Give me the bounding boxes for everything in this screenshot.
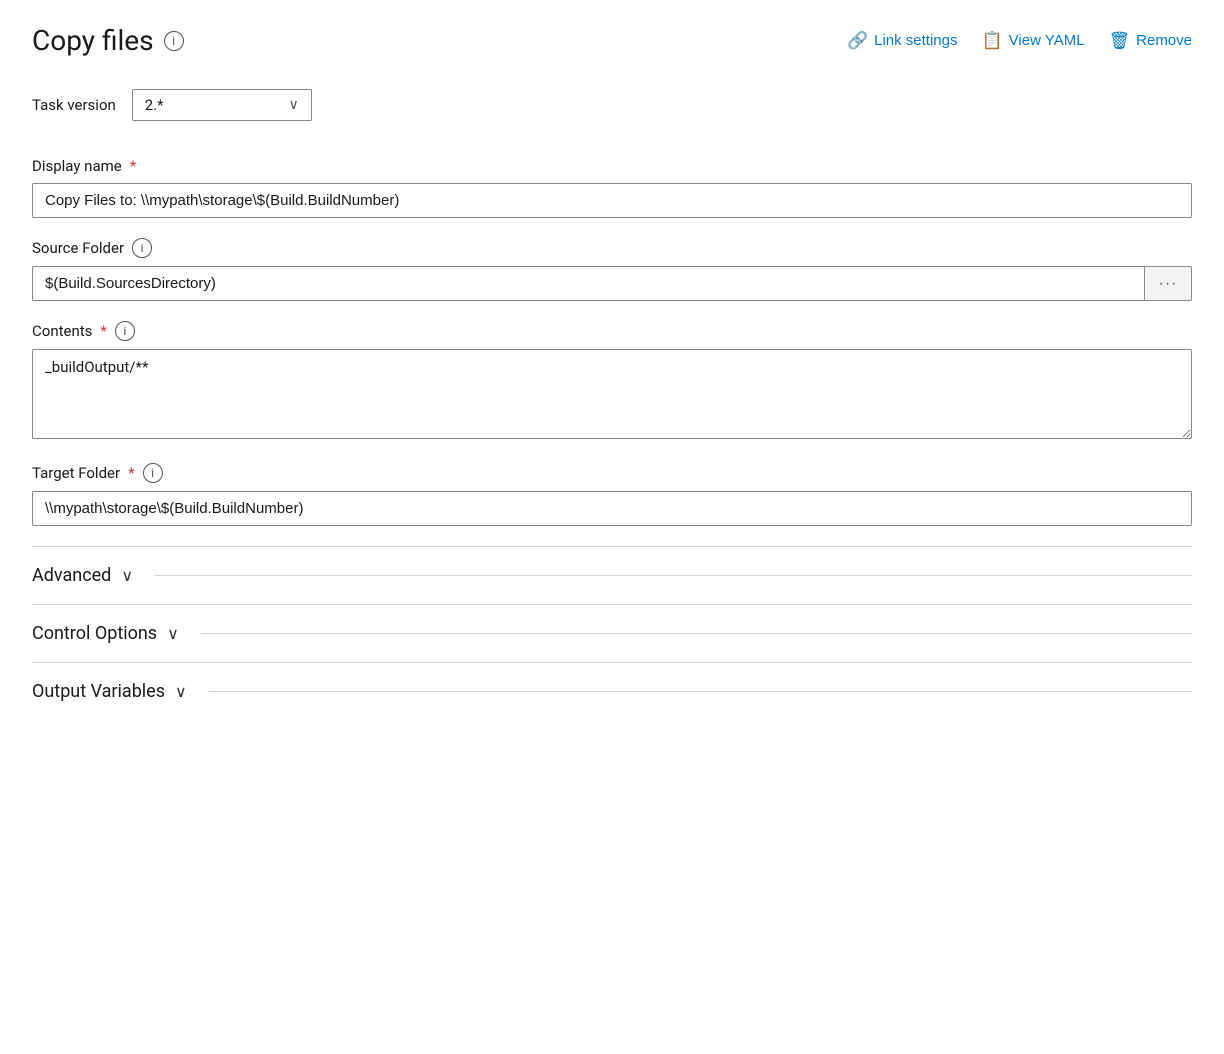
title-info-icon[interactable]: i: [164, 31, 184, 51]
link-settings-button[interactable]: 🔗 Link settings: [847, 31, 958, 51]
advanced-section: Advanced ∨: [32, 546, 1192, 604]
display-name-required: *: [130, 157, 136, 175]
contents-required: *: [100, 322, 106, 340]
output-variables-chevron-icon: ∨: [175, 682, 187, 701]
view-yaml-label: View YAML: [1009, 32, 1085, 49]
display-name-section: Display name *: [32, 157, 1192, 218]
source-folder-row: ···: [32, 266, 1192, 301]
contents-info-icon[interactable]: i: [115, 321, 135, 341]
display-name-label-row: Display name *: [32, 157, 1192, 175]
output-variables-divider: [209, 691, 1192, 692]
contents-label-row: Contents * i: [32, 321, 1192, 341]
task-version-select[interactable]: 2.* ∨: [132, 89, 312, 121]
source-folder-ellipsis-button[interactable]: ···: [1144, 266, 1192, 301]
target-folder-input[interactable]: [32, 491, 1192, 526]
contents-textarea[interactable]: [32, 349, 1192, 439]
control-options-header[interactable]: Control Options ∨: [32, 623, 1192, 644]
page-header: Copy files i 🔗 Link settings 📋 View YAML…: [32, 24, 1192, 57]
task-version-value: 2.*: [145, 96, 164, 114]
advanced-header[interactable]: Advanced ∨: [32, 565, 1192, 586]
remove-button[interactable]: 🗑 Remove: [1109, 31, 1192, 51]
page-title: Copy files: [32, 24, 154, 57]
control-options-section: Control Options ∨: [32, 604, 1192, 662]
trash-icon: 🗑: [1109, 31, 1131, 51]
clipboard-icon: 📋: [982, 31, 1003, 51]
display-name-input[interactable]: [32, 183, 1192, 218]
header-actions: 🔗 Link settings 📋 View YAML 🗑 Remove: [847, 31, 1192, 51]
target-folder-required: *: [128, 464, 134, 482]
source-folder-label-row: Source Folder i: [32, 238, 1192, 258]
link-settings-label: Link settings: [874, 32, 957, 49]
display-name-label: Display name: [32, 157, 122, 175]
source-folder-section: Source Folder i ···: [32, 238, 1192, 301]
ellipsis-icon: ···: [1159, 275, 1178, 293]
advanced-divider: [155, 575, 1192, 576]
task-version-label: Task version: [32, 96, 116, 114]
remove-label: Remove: [1136, 32, 1192, 49]
output-variables-header[interactable]: Output Variables ∨: [32, 681, 1192, 702]
output-variables-section: Output Variables ∨: [32, 662, 1192, 720]
target-folder-section: Target Folder * i: [32, 463, 1192, 526]
chevron-down-icon: ∨: [289, 97, 299, 113]
source-folder-input[interactable]: [32, 266, 1144, 301]
control-options-title: Control Options: [32, 623, 157, 644]
control-options-divider: [201, 633, 1192, 634]
output-variables-title: Output Variables: [32, 681, 165, 702]
target-folder-info-icon[interactable]: i: [143, 463, 163, 483]
target-folder-label: Target Folder: [32, 464, 120, 482]
source-folder-info-icon[interactable]: i: [132, 238, 152, 258]
target-folder-label-row: Target Folder * i: [32, 463, 1192, 483]
link-icon: 🔗: [847, 31, 868, 51]
view-yaml-button[interactable]: 📋 View YAML: [982, 31, 1085, 51]
header-left: Copy files i: [32, 24, 184, 57]
source-folder-label: Source Folder: [32, 239, 124, 257]
advanced-title: Advanced: [32, 565, 111, 586]
contents-label: Contents: [32, 322, 92, 340]
advanced-chevron-icon: ∨: [121, 566, 133, 585]
contents-section: Contents * i: [32, 321, 1192, 443]
control-options-chevron-icon: ∨: [167, 624, 179, 643]
task-version-row: Task version 2.* ∨: [32, 89, 1192, 121]
